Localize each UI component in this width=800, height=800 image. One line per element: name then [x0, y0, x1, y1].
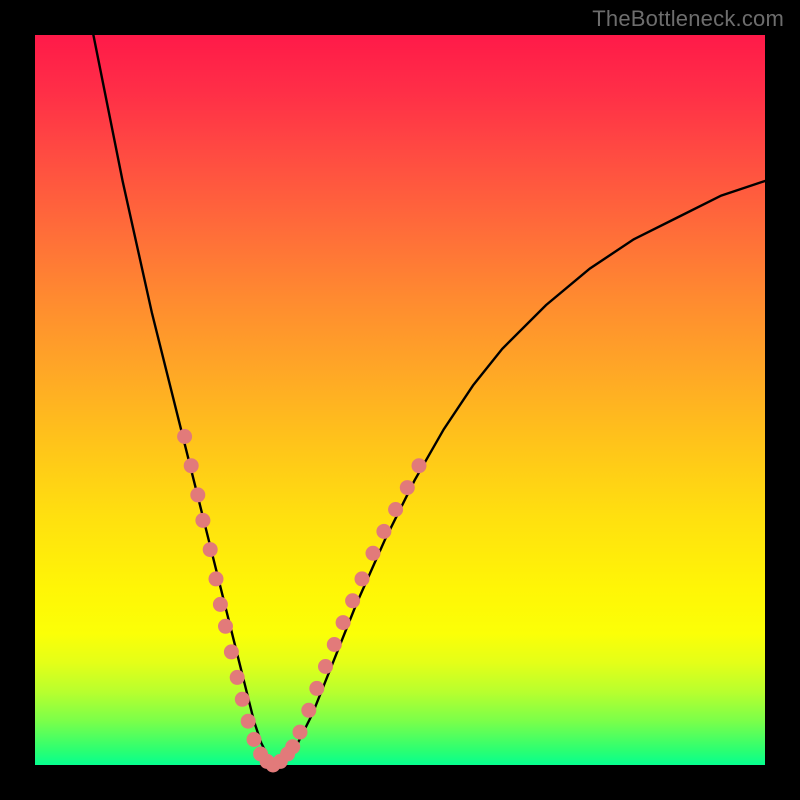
marker-dot — [400, 480, 415, 495]
marker-dot — [366, 546, 381, 561]
marker-dot — [184, 458, 199, 473]
marker-dot — [241, 714, 256, 729]
marker-dot — [230, 670, 245, 685]
bottleneck-curve — [93, 35, 765, 765]
chart-frame: TheBottleneck.com — [0, 0, 800, 800]
marker-dot — [301, 703, 316, 718]
marker-dot — [247, 732, 262, 747]
marker-dot — [213, 597, 228, 612]
marker-dot — [355, 571, 370, 586]
marker-dot — [345, 593, 360, 608]
marker-dot — [293, 725, 308, 740]
plot-area — [35, 35, 765, 765]
marker-dot — [309, 681, 324, 696]
marker-dot — [285, 739, 300, 754]
marker-dot — [224, 644, 239, 659]
marker-dot — [327, 637, 342, 652]
marker-dot — [235, 692, 250, 707]
marker-dots — [177, 429, 426, 773]
marker-dot — [412, 458, 427, 473]
marker-dot — [388, 502, 403, 517]
marker-dot — [203, 542, 218, 557]
marker-dot — [336, 615, 351, 630]
chart-svg — [35, 35, 765, 765]
marker-dot — [318, 659, 333, 674]
marker-dot — [177, 429, 192, 444]
marker-dot — [218, 619, 233, 634]
watermark-text: TheBottleneck.com — [592, 6, 784, 32]
marker-dot — [209, 571, 224, 586]
marker-dot — [195, 513, 210, 528]
marker-dot — [376, 524, 391, 539]
marker-dot — [190, 487, 205, 502]
